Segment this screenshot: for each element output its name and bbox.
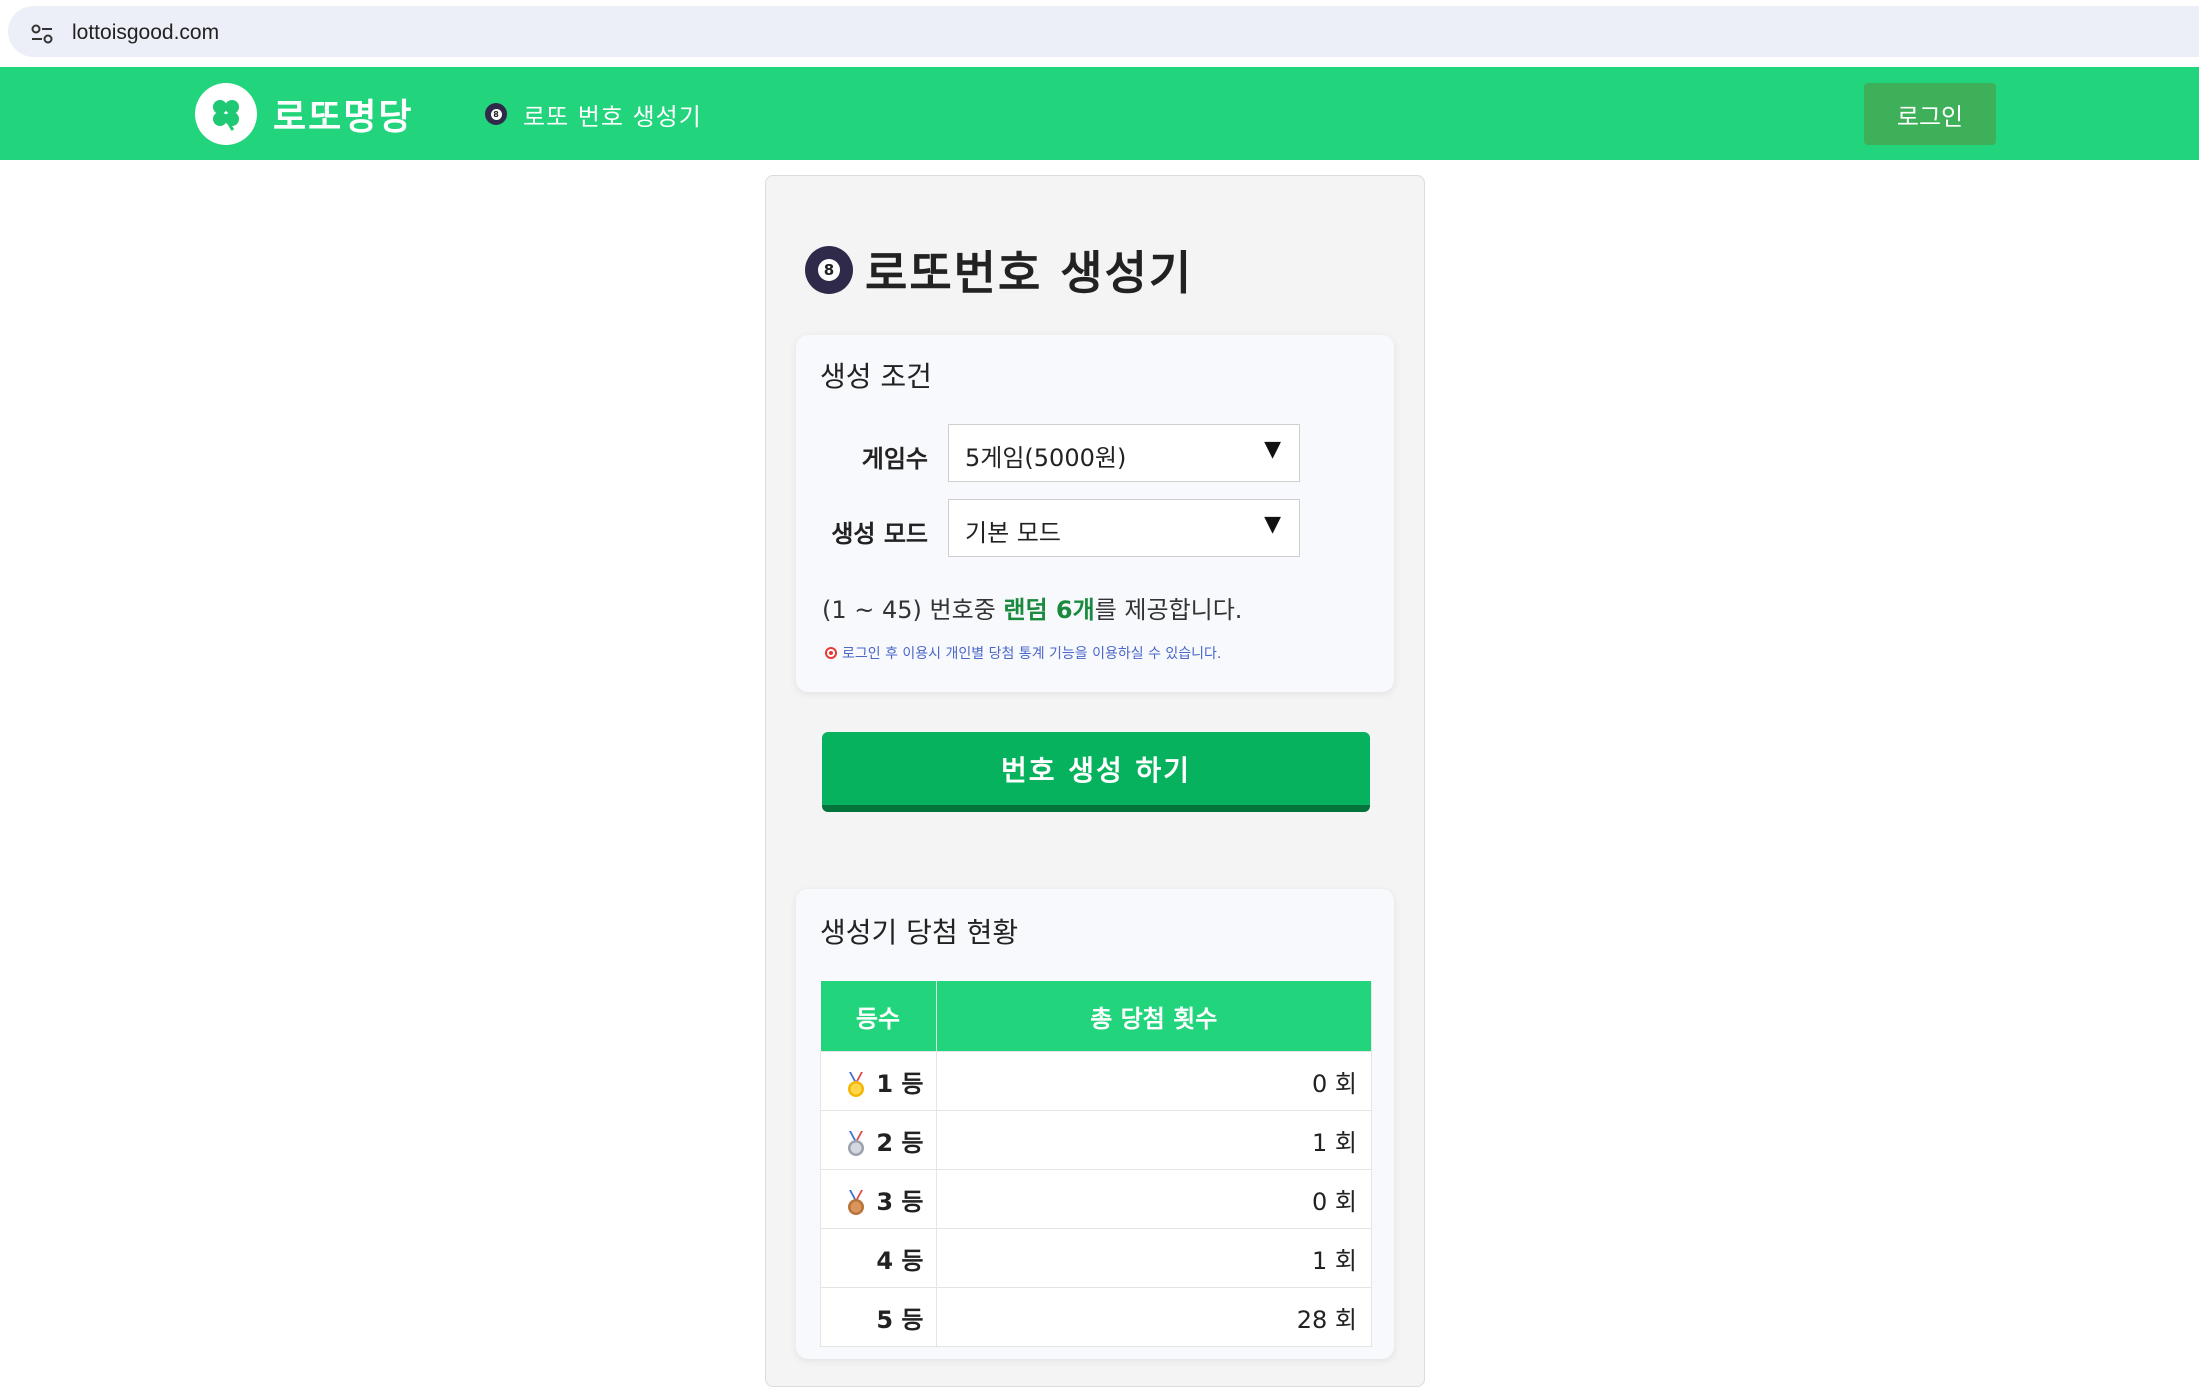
table-row: 1 등 0 회 [820,1051,1372,1111]
url-text[interactable]: lottoisgood.com [72,21,219,45]
table-row: 2 등 1 회 [820,1110,1372,1170]
stats-panel: 생성기 당첨 현황 등수 총 당첨 횟수 1 등 0 회 2 등 1 회 3 등… [796,889,1394,1359]
nav-label: 로또 번호 생성기 [523,102,702,131]
mode-select[interactable]: 기본 모드 ▼ [948,499,1300,557]
eight-ball-icon: 8 [805,246,853,294]
options-heading: 생성 조건 [820,360,932,393]
mode-select-value: 기본 모드 [965,519,1061,547]
games-row: 게임수 5게임(5000원) ▼ [796,424,1394,484]
browser-address-bar: lottoisgood.com [0,0,2199,66]
site-header: 로또명당 8 로또 번호 생성기 로그인 [0,67,2199,160]
games-select-value: 5게임(5000원) [965,444,1127,472]
count-cell: 0 회 [935,1051,1372,1111]
count-cell: 0 회 [935,1169,1372,1229]
count-cell: 28 회 [935,1287,1372,1347]
target-icon [825,647,837,659]
col-count-header: 총 당첨 횟수 [936,981,1372,1052]
rank-cell: 5 등 [820,1287,937,1347]
login-notice: 로그인 후 이용시 개인별 당첨 통계 기능을 이용하실 수 있습니다. [824,643,1221,663]
site-logo[interactable]: 로또명당 [195,82,413,145]
stats-table: 등수 총 당첨 횟수 1 등 0 회 2 등 1 회 3 등 0 회 4 등 1… [820,981,1372,1347]
chevron-down-icon: ▼ [1264,437,1281,462]
page-title: 8 로또번호 생성기 [805,240,1193,300]
eight-ball-icon: 8 [485,103,507,125]
page-title-text: 로또번호 생성기 [865,246,1194,300]
four-leaf-clover-icon [195,82,257,145]
options-panel: 생성 조건 게임수 5게임(5000원) ▼ 생성 모드 기본 모드 ▼ (1 … [796,335,1394,692]
rank-cell: 2 등 [820,1110,937,1170]
bronze-medal-icon [848,1189,865,1215]
count-cell: 1 회 [935,1110,1372,1170]
login-button[interactable]: 로그인 [1864,83,1996,145]
table-header-row: 등수 총 당첨 횟수 [820,981,1372,1052]
mode-description: (1 ~ 45) 번호중 랜덤 6개를 제공합니다. [822,596,1243,624]
rank-cell: 4 등 [820,1228,937,1288]
table-row: 3 등 0 회 [820,1169,1372,1229]
mode-row: 생성 모드 기본 모드 ▼ [796,499,1394,559]
col-rank-header: 등수 [820,981,937,1052]
gold-medal-icon [848,1071,865,1097]
logo-text: 로또명당 [273,96,414,138]
games-label: 게임수 [861,445,928,473]
table-row: 4 등 1 회 [820,1228,1372,1288]
url-field[interactable]: lottoisgood.com [8,6,2199,57]
silver-medal-icon [848,1130,865,1156]
table-row: 5 등 28 회 [820,1287,1372,1347]
tune-icon[interactable] [30,23,54,45]
games-select[interactable]: 5게임(5000원) ▼ [948,424,1300,482]
stats-heading: 생성기 당첨 현황 [820,916,1019,949]
chevron-down-icon: ▼ [1264,512,1281,537]
rank-cell: 1 등 [820,1051,937,1111]
count-cell: 1 회 [935,1228,1372,1288]
generator-card: 8 로또번호 생성기 생성 조건 게임수 5게임(5000원) ▼ 생성 모드 … [765,175,1425,1387]
mode-label: 생성 모드 [831,520,928,548]
rank-cell: 3 등 [820,1169,937,1229]
generate-button[interactable]: 번호 생성 하기 [822,732,1370,812]
nav-lotto-generator[interactable]: 8 로또 번호 생성기 [485,98,702,131]
